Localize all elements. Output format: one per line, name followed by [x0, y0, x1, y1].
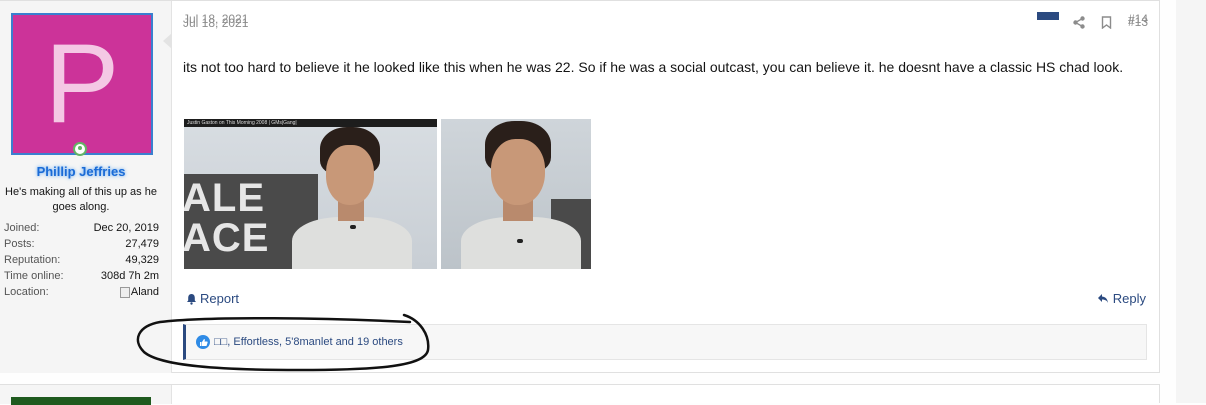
user-stats: Joined: Dec 20, 2019 Posts: 27,479 Reputat… — [4, 220, 159, 300]
reply-icon — [1097, 294, 1108, 303]
like-icon — [196, 335, 210, 349]
bookmark-icon[interactable] — [1100, 15, 1114, 29]
post-14 — [0, 384, 1160, 405]
username-link[interactable]: Phillip Jeffries — [0, 164, 162, 179]
message-arrow — [163, 33, 172, 49]
post-content: Jul 18, 2021 #13 its not too hard to bel… — [172, 1, 1159, 373]
stat-time-online: Time online: 308d 7h 2m — [4, 270, 159, 282]
stat-posts: Posts: 27,479 — [4, 238, 159, 250]
avatar-2[interactable] — [11, 397, 151, 405]
avatar[interactable]: P — [11, 13, 153, 155]
reactions-bar[interactable]: □□, Effortless, 5'8manlet and 19 others — [183, 324, 1147, 360]
post-13: P Phillip Jeffries He's making all of th… — [0, 0, 1160, 373]
bell-icon — [187, 293, 196, 305]
location-flag-image: Aland — [119, 284, 159, 300]
post-badge-2 — [1037, 12, 1059, 20]
user-title: He's making all of this up as he goes al… — [5, 186, 157, 213]
reactions-text[interactable]: □□, Effortless, 5'8manlet and 19 others — [214, 336, 403, 348]
post-date-2[interactable]: Jul 18, 2021 — [183, 12, 248, 26]
stat-joined: Joined: Dec 20, 2019 — [4, 222, 159, 234]
stat-location: Location: Aland — [4, 284, 159, 300]
broken-image-icon — [119, 286, 130, 298]
online-status-icon — [73, 142, 87, 156]
reply-label: Reply — [1112, 291, 1146, 306]
page-right-gutter — [1176, 0, 1206, 403]
post-body: its not too hard to believe it he looked… — [183, 59, 1124, 75]
report-label: Report — [200, 291, 240, 306]
avatar-letter: P — [44, 21, 120, 146]
user-sidebar-2 — [0, 385, 172, 405]
video-title-bar: Justin Gaston on This Morning 2008 | GMs… — [184, 119, 437, 127]
share-icon[interactable] — [1072, 15, 1086, 29]
post-image-2[interactable] — [441, 119, 591, 269]
user-sidebar: P Phillip Jeffries He's making all of th… — [0, 1, 172, 373]
stat-reputation: Reputation: 49,329 — [4, 254, 159, 266]
report-button[interactable]: Report — [186, 291, 239, 306]
post-image-1[interactable]: Justin Gaston on This Morning 2008 | GMs… — [184, 119, 437, 269]
reply-button[interactable]: Reply — [1097, 291, 1146, 306]
post-number-link-2[interactable]: #14 — [1128, 12, 1148, 26]
